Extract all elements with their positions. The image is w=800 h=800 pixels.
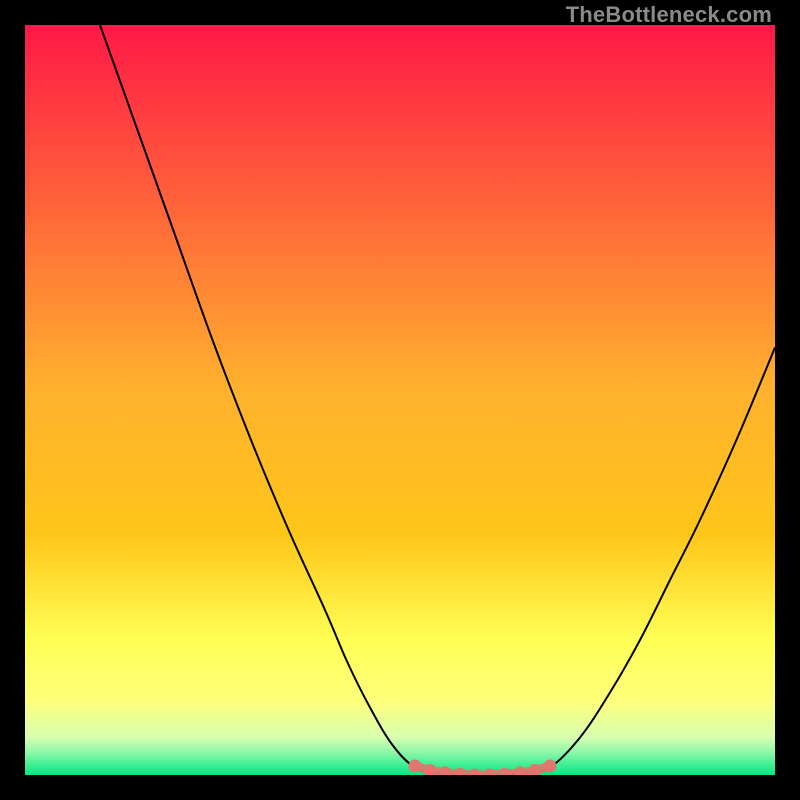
chart-frame: TheBottleneck.com bbox=[0, 0, 800, 800]
watermark-label: TheBottleneck.com bbox=[566, 2, 772, 28]
valley-marker bbox=[409, 760, 422, 773]
plot-area bbox=[25, 25, 775, 775]
valley-marker bbox=[544, 760, 557, 773]
chart-svg bbox=[25, 25, 775, 775]
